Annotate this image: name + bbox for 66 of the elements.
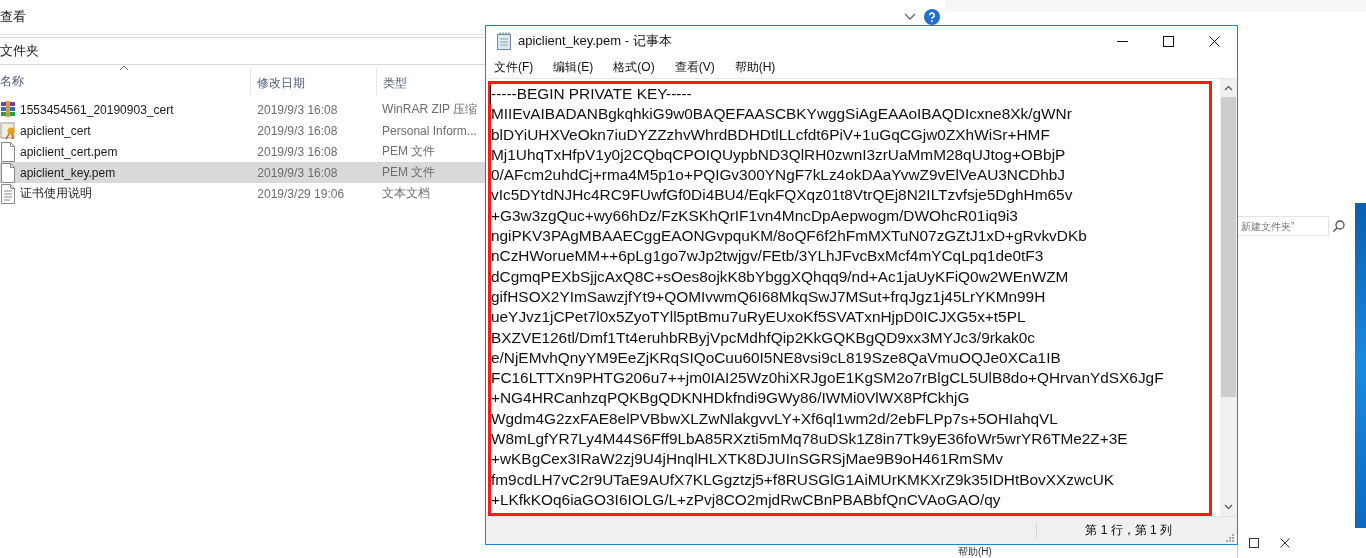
text-line: vIc5DYtdNJHc4RC9FUwfGf0Di4BU4/EqkFQXqz01t8VtrQEj8N2ILTzvfsje5DghHm65v [491,185,1074,206]
close-icon [1208,35,1220,47]
text-cursor [490,86,491,104]
search-icon [1333,220,1345,232]
file-row[interactable]: 证书使用说明 2019/3/29 19:06 文本文档 [0,183,485,204]
close-icon [1279,537,1290,548]
text-line: MIIEvAIBADANBgkqhkiG9w0BAQEFAASCBKYwggSiAgEAAoIBAQDIcxne8Xk/gWNr [491,104,1073,125]
notepad-icon [496,32,512,50]
file-type: WinRAR ZIP 压缩 [381,101,479,118]
file-row[interactable]: 1553454561_20190903_cert 2019/9/3 16:08 WinRAR ZIP 压缩 [0,99,485,120]
scrollbar-thumb[interactable] [1221,97,1236,397]
text-line: nCzHWorueMM++6pLg1go7wJp2twjgv/FEtb/3YLhJFvcBxMcf4mYCqLpq1de0tF3 [491,246,1045,267]
text-line: FC16LTTXn9PHTG206u7++jm0IAI25Wz0hiXRJgoE1KgSM2o7rBlgCL5UlB8do+QHrvanYdSX6JgF [491,368,1165,389]
maximize-icon [1248,537,1259,548]
text-line: +wKBgCex3IRaW2zj9U4jHnqlHLXTK8DJUInSGRSjMae9B9oH461RmSMv [491,449,1004,470]
modified-date: 2019/9/3 16:08 [256,144,339,159]
file-row[interactable]: apiclient_cert 2019/9/3 16:08 Personal Inform... [0,120,485,141]
column-header[interactable]: 名称 [0,67,251,95]
vertical-scrollbar[interactable] [1220,79,1237,516]
status-text: 第 1 行，第 1 列 [1036,522,1172,539]
text-line: e/NjEMvhQnyYM9EeZjKRqSIQoCuu60I5NE8vsi9cL819Sze8QaVmuOQJe0XCa1IB [491,347,1062,368]
modified-date: 2019/9/3 16:08 [256,165,339,180]
text-line: gifHSOX2YImSawzjfYt9+QOMIvwmQ6I68MkqSwJ7MSut+frqJgz1j45LrYKMn99H [491,286,1047,307]
search-field[interactable]: 新建文件夹” [1237,216,1329,236]
menu-item[interactable]: 帮助(H) [958,546,992,558]
file-type: 文本文档 [381,185,432,202]
text-line: Wgdm4G2zxFAE8elPVBbwXLZwNlakgvvLY+Xf6ql1wm2d/2ebFLPp7s+5OHIahqVL [491,408,1059,429]
file-name: 1553454561_20190903_cert [20,102,174,117]
maximize-icon [1162,35,1174,47]
text-line: +NG4HRCanhzqPQKBgQDKNHDkfndi9GWy86/IWMi0VlWX8PfCkhjG [491,388,971,409]
text-line: blDYiUHXVeOkn7iuDYZZzhvWhrdBDHDtlLLcfdt6PiV+1uGqCGjw0ZXhWiSr+HMF [491,124,1051,145]
file-type: PEM 文件 [381,143,437,160]
archive-icon [0,99,16,120]
column-header[interactable]: 修改日期 [250,67,376,95]
chevron-down-icon [1224,504,1233,510]
file-name: apiclient_cert.pem [20,144,118,159]
text-line: fm9cdLH7vC2r9UTaE9AUfX7KLGgztzj5+f8RUSGlG1AiMUrKMKXrZ9k35IDHtBovXXzwcUK [491,469,1116,490]
text-line: +LKfkKOq6iaGO3I6IOLG/L+zPvj8CO2mjdRwCBnPBABbfQnCVAoGAO/qy [491,489,1002,510]
modified-date: 2019/3/29 19:06 [256,186,346,201]
modified-date: 2019/9/3 16:08 [256,123,339,138]
text-line: ueYJvz1jCPet7l0x5ZyoTYll5ptBmu7uRyEUxoKf5SVATxnHjpD0ICJXG5x+t5PL [491,307,1027,328]
text-line: ngiPKV3PAgMBAAECggEAONGvpquKM/8oQF6f2hFmMXTuN07zGZtJ1xD+gRvkvDKb [491,226,1088,247]
text-line: +G3w3zgQuc+wy66hDz/FzKSKhQrIF1vn4MncDpAepwogm/DWOhcR01iq9i3 [491,205,1019,226]
file-name: 证书使用说明 [20,185,92,202]
file-row[interactable]: apiclient_cert.pem 2019/9/3 16:08 PEM 文件 [0,141,485,162]
text-line: Mj1UhqTxHfpV1y0j2CQbqCPOIQUypbND3QlRH0zwnI3zrUaMmM28qUJtog+OBbjP [491,144,1067,165]
resize-grip-icon [1224,532,1234,542]
maximize-button[interactable] [1248,537,1259,548]
file-row[interactable]: apiclient_key.pem 2019/9/3 16:08 PEM 文件 [0,162,485,183]
chevron-up-icon [1224,85,1233,91]
text-line: dCgmqPEXbSjjcAxQ8C+sOes8ojkK8bYbggXQhqq9/nd+Ac1jaUyKFiQ0w2WEnWZM [491,266,1070,287]
text-line: BXZVE126tl/Dmf1Tt4eruhbRByjVpcMdhfQip2KkGQKBgQD9xx3MYJc3/9rkak0c [491,327,1036,348]
file-name: apiclient_cert [20,123,91,138]
text-line: 0/AFcm2uhdCj+rma4M5p1o+PQIGv300YNgF7kLz4okDAaYvwZ9vElVeAU3NCDhbJ [491,165,1066,186]
close-button[interactable] [1279,537,1290,548]
file-name: apiclient_key.pem [20,165,116,180]
text-line: -----BEGIN PRIVATE KEY----- [491,84,693,104]
text-area[interactable] [488,81,1212,516]
sort-caret-icon [119,64,129,71]
text-line: W8mLgfYR7Ly4M44S6Fff9LbA85RXzti5mMq78uDSk1Z8in7Tk9yE36foWr5wrYR6TMe2Z+3E [491,429,1129,450]
certificate-icon [0,120,16,141]
modified-date: 2019/9/3 16:08 [256,102,339,117]
file-type: Personal Inform... [381,123,478,138]
file-type: PEM 文件 [381,164,437,181]
chevron-down-icon [904,13,916,21]
ribbon-tab[interactable]: 查看 [0,8,26,26]
